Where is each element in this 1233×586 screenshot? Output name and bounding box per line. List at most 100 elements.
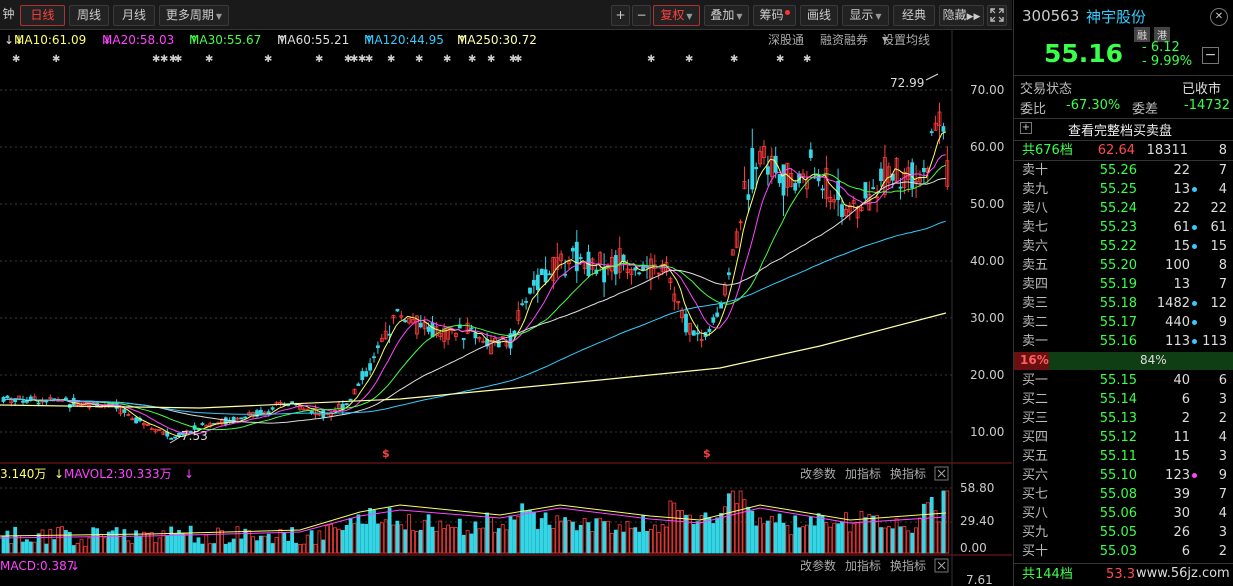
sell-price: 55.16: [1099, 334, 1137, 349]
volume-bar: [500, 523, 505, 554]
volume-bar: [28, 541, 33, 554]
vol-add-indicator-button[interactable]: 加指标: [845, 466, 881, 481]
sell-price: 55.17: [1099, 315, 1137, 330]
sell-volume: 113: [1165, 334, 1190, 349]
buy-order-count: 6: [1218, 373, 1227, 388]
sell-order-row[interactable]: 卖九 55.25 13 4: [1014, 180, 1233, 199]
volume-bar: [473, 521, 478, 554]
volume-bar: [418, 529, 423, 554]
volume-bar: [766, 520, 770, 554]
volume-bar: [645, 530, 649, 554]
buy-volume: 30: [1173, 506, 1190, 521]
star-marker-icon: ✱: [514, 54, 522, 65]
volume-bar: [820, 515, 825, 554]
volume-bar: [9, 543, 14, 554]
vol-switch-indicator-button[interactable]: 换指标: [890, 466, 926, 481]
candle-body: [368, 363, 373, 371]
close-icon[interactable]: [934, 466, 949, 481]
vol-axis-bottom: 0.00: [960, 541, 987, 555]
volume-bar: [270, 543, 275, 554]
volume-bar: [567, 520, 571, 554]
close-icon[interactable]: [934, 558, 949, 573]
volume-bar: [130, 543, 135, 554]
buy-order-row[interactable]: 买三 55.13 2 2: [1014, 409, 1233, 428]
buy-order-row[interactable]: 买一 55.15 40 6: [1014, 371, 1233, 390]
volume-bar: [352, 523, 357, 554]
star-marker-icon: ✱: [776, 54, 784, 65]
buy-level-label: 买九: [1022, 525, 1049, 540]
macd-add-indicator-button[interactable]: 加指标: [845, 558, 881, 573]
price-axis-label: 20.00: [970, 368, 1004, 382]
price-axis-label: 30.00: [970, 311, 1004, 325]
buy-order-count: 3: [1218, 392, 1227, 407]
sell-order-count: 22: [1210, 201, 1227, 216]
sell-order-row[interactable]: 卖五 55.20 100 8: [1014, 256, 1233, 275]
volume-bar: [21, 541, 25, 554]
low-price-label: 7.53: [181, 429, 208, 443]
volume-bar: [528, 509, 532, 554]
buy-order-row[interactable]: 买二 55.14 6 3: [1014, 390, 1233, 409]
sell-order-row[interactable]: 卖一 55.16 113 113: [1014, 332, 1233, 351]
order-change-dot-icon: [1192, 320, 1197, 325]
sell-volume: 1482: [1156, 296, 1190, 311]
sell-order-row[interactable]: 卖三 55.18 1482 12: [1014, 294, 1233, 313]
collapse-icon[interactable]: −: [1202, 47, 1219, 64]
sell-order-row[interactable]: 卖十 55.26 22 7: [1014, 161, 1233, 180]
sell-order-row[interactable]: 卖六 55.22 15 15: [1014, 237, 1233, 256]
buy-order-row[interactable]: 买七 55.08 39 7: [1014, 485, 1233, 504]
candle-body: [637, 272, 642, 275]
volume-bar: [571, 521, 575, 554]
volume-bar: [676, 510, 681, 554]
sell-level-label: 卖九: [1022, 182, 1049, 197]
buy-order-row[interactable]: 买九 55.05 26 3: [1014, 523, 1233, 542]
volume-bar: [890, 528, 895, 554]
order-change-dot-icon: [1192, 244, 1197, 249]
buy-price: 55.03: [1099, 544, 1137, 559]
volume-bar: [715, 517, 720, 554]
sell-order-row[interactable]: 卖二 55.17 440 9: [1014, 313, 1233, 332]
macd-switch-indicator-button[interactable]: 换指标: [890, 558, 926, 573]
volume-bar: [711, 523, 716, 554]
candle-body: [348, 398, 353, 401]
close-icon[interactable]: ✕: [1210, 8, 1228, 26]
volume-bar: [87, 537, 92, 554]
quote-panel: 300563 神宇股份 ✕ 融 港 55.16 - 6.12 - 9.99% −…: [1013, 0, 1233, 586]
buy-price: 55.12: [1099, 430, 1137, 445]
sell-order-row[interactable]: 卖四 55.19 13 7: [1014, 275, 1233, 294]
volume-bar: [247, 530, 252, 554]
view-full-orderbook-link[interactable]: 查看完整档买卖盘: [1068, 120, 1172, 139]
star-marker-icon: ✱: [205, 54, 213, 65]
vol-change-param-button[interactable]: 改参数: [800, 466, 836, 481]
sell-order-row[interactable]: 卖八 55.24 22 22: [1014, 199, 1233, 218]
stock-name[interactable]: 神宇股份: [1086, 6, 1146, 27]
buy-order-row[interactable]: 买五 55.11 15 3: [1014, 447, 1233, 466]
volume-bar: [40, 529, 45, 554]
volume-bar: [290, 527, 295, 554]
volume-bar: [933, 510, 938, 554]
volume-bar: [438, 520, 443, 554]
volume-bar: [157, 537, 162, 554]
buy-order-row[interactable]: 买六 55.10 123 9: [1014, 466, 1233, 485]
buy-order-row[interactable]: 买十 55.03 6 2: [1014, 542, 1233, 561]
volume-bar: [442, 528, 447, 554]
price-change: - 6.12: [1142, 40, 1180, 55]
price-axis-label: 10.00: [970, 425, 1004, 439]
volume-bar: [71, 545, 76, 554]
buy-order-row[interactable]: 买八 55.06 30 4: [1014, 504, 1233, 523]
kline-chart[interactable]: ✱ ✱ ✱ ✱ ✱✱ ✱ ✱ ✱ ✱✱ ✱✱ ✱ ✱ ✱ ✱ ✱ ✱✱ ✱ ✱ ✱ ✱ ✱ 70.0060.0050.0…: [0, 0, 1012, 586]
mavol2-value: MAVOL2:30.333万: [64, 467, 172, 481]
volume-bar: [118, 535, 123, 554]
buy-level-label: 买十: [1022, 544, 1049, 559]
candle-body: [535, 274, 540, 290]
volume-bar: [75, 542, 80, 554]
volume-bar: [13, 526, 18, 554]
expand-plus-icon[interactable]: +: [1020, 122, 1032, 134]
sell-order-row[interactable]: 卖七 55.23 61 61: [1014, 218, 1233, 237]
buy-order-row[interactable]: 买四 55.12 11 4: [1014, 428, 1233, 447]
volume-bar: [122, 529, 127, 554]
macd-change-param-button[interactable]: 改参数: [800, 558, 836, 573]
volume-bar: [781, 522, 786, 554]
candle-body: [364, 371, 369, 377]
volume-bar: [578, 524, 583, 554]
volume-bar: [918, 517, 922, 554]
